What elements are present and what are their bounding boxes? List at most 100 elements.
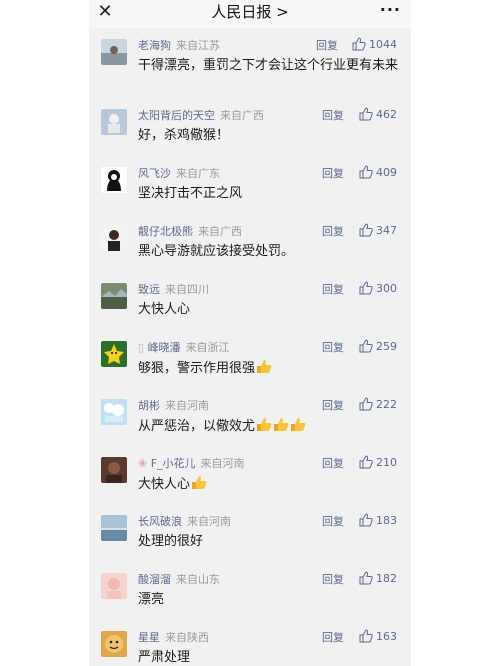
phone-screen: ✕ 人民日报 > ··· 老海狗 来自江苏 回复 1044 干得漂亮，重罚之下才会… (89, 0, 411, 666)
avatar[interactable] (101, 573, 127, 599)
comment-text: 够狠，警示作用很强 (138, 359, 400, 378)
reply-button[interactable]: 回复 (322, 515, 344, 529)
like-button[interactable]: 222 (359, 397, 397, 413)
thumbs-up-icon (352, 37, 366, 51)
thumbs-up-icon (359, 281, 373, 295)
comment-item: 风飞沙 来自广东 回复 409 坚决打击不正之风 (89, 158, 411, 216)
comment-text-content: 够狠，警示作用很强 (138, 361, 256, 376)
username[interactable]: 风飞沙 (138, 167, 171, 180)
page-title[interactable]: 人民日报 > (89, 3, 411, 21)
user-line: 风飞沙 来自广东 (138, 167, 220, 181)
reply-button[interactable]: 回复 (322, 283, 344, 297)
comment-text: 大快人心 (138, 475, 400, 494)
comment-item: 靓仔北极熊 来自广西 回复 347 黑心导游就应该接受处罚。 (89, 216, 411, 274)
username[interactable]: 星星 (138, 631, 160, 644)
username[interactable]: 老海狗 (138, 39, 171, 52)
username[interactable]: 太阳背后的天空 (138, 109, 215, 122)
more-dots-icon[interactable]: ··· (380, 0, 401, 20)
avatar[interactable] (101, 39, 127, 65)
reply-button[interactable]: 回复 (322, 399, 344, 413)
comment-item: 长风破浪 来自河南 回复 183 处理的很好 (89, 506, 411, 564)
like-button[interactable]: 462 (359, 107, 397, 123)
reply-button[interactable]: 回复 (322, 631, 344, 645)
reply-button[interactable]: 回复 (322, 109, 344, 123)
like-count: 259 (376, 340, 397, 353)
username[interactable]: 长风破浪 (138, 515, 182, 528)
reply-button[interactable]: 回复 (322, 167, 344, 181)
user-line: ▯ 峰晓潘 来自浙江 (138, 341, 230, 355)
like-button[interactable]: 347 (359, 223, 397, 239)
username[interactable]: F_小花儿 (151, 457, 196, 470)
location: 来自江苏 (176, 39, 220, 52)
username[interactable]: 峰晓潘 (148, 341, 181, 354)
location: 来自陕西 (165, 631, 209, 644)
like-count: 1044 (369, 38, 397, 51)
thumbs-up-emoji-icon (257, 418, 272, 431)
like-count: 300 (376, 282, 397, 295)
thumbs-up-icon (359, 455, 373, 469)
user-line: ❀ F_小花儿 来自河南 (138, 457, 245, 471)
avatar[interactable] (101, 109, 127, 135)
like-button[interactable]: 1044 (352, 37, 397, 53)
location: 来自河南 (165, 399, 209, 412)
thumbs-up-icon (359, 513, 373, 527)
reply-button[interactable]: 回复 (322, 341, 344, 355)
like-count: 182 (376, 572, 397, 585)
comment-item: 胡彬 来自河南 回复 222 从严惩治，以儆效尤 (89, 390, 411, 448)
location: 来自浙江 (185, 341, 230, 354)
avatar[interactable] (101, 225, 127, 251)
thumbs-up-icon (359, 629, 373, 643)
like-button[interactable]: 210 (359, 455, 397, 471)
like-count: 183 (376, 514, 397, 527)
comment-text: 漂亮 (138, 592, 165, 607)
badge-icon: ▯ (138, 341, 145, 354)
avatar[interactable] (101, 167, 127, 193)
location: 来自广西 (220, 109, 264, 122)
avatar[interactable] (101, 631, 127, 657)
thumbs-up-icon (359, 223, 373, 237)
reply-button[interactable]: 回复 (322, 225, 344, 239)
reply-button[interactable]: 回复 (322, 457, 344, 471)
username[interactable]: 酸溜溜 (138, 573, 171, 586)
thumbs-up-emoji-icon (192, 476, 207, 489)
avatar[interactable] (101, 457, 127, 483)
comment-list: 老海狗 来自江苏 回复 1044 干得漂亮，重罚之下才会让这个行业更有未来 太阳背… (89, 30, 411, 666)
comment-item: 酸溜溜 来自山东 回复 182 漂亮 (89, 564, 411, 622)
avatar[interactable] (101, 515, 127, 541)
like-count: 163 (376, 630, 397, 643)
username[interactable]: 靓仔北极熊 (138, 225, 193, 238)
username[interactable]: 胡彬 (138, 399, 160, 412)
username[interactable]: 致远 (138, 283, 160, 296)
avatar[interactable] (101, 283, 127, 309)
user-line: 太阳背后的天空 来自广西 (138, 109, 264, 123)
comment-item: 致远 来自四川 回复 300 大快人心 (89, 274, 411, 332)
user-line: 星星 来自陕西 (138, 631, 209, 645)
location: 来自四川 (165, 283, 209, 296)
like-button[interactable]: 182 (359, 571, 397, 587)
avatar[interactable] (101, 399, 127, 425)
user-line: 酸溜溜 来自山东 (138, 573, 220, 587)
like-button[interactable]: 183 (359, 513, 397, 529)
thumbs-up-icon (359, 165, 373, 179)
like-button[interactable]: 163 (359, 629, 397, 645)
avatar[interactable] (101, 341, 127, 367)
location: 来自广东 (176, 167, 220, 180)
like-button[interactable]: 300 (359, 281, 397, 297)
comment-text: 从严惩治，以儆效尤 (138, 417, 400, 436)
like-count: 347 (376, 224, 397, 237)
reply-button[interactable]: 回复 (316, 39, 338, 53)
comment-item: ❀ F_小花儿 来自河南 回复 210 大快人心 (89, 448, 411, 506)
top-bar: ✕ 人民日报 > ··· (89, 0, 411, 28)
like-button[interactable]: 409 (359, 165, 397, 181)
comment-text: 大快人心 (138, 302, 191, 317)
like-button[interactable]: 259 (359, 339, 397, 355)
location: 来自广西 (198, 225, 242, 238)
thumbs-up-icon (359, 339, 373, 353)
like-count: 462 (376, 108, 397, 121)
like-count: 222 (376, 398, 397, 411)
comment-item: 太阳背后的天空 来自广西 回复 462 好，杀鸡儆猴！ (89, 100, 411, 158)
comment-text: 干得漂亮，重罚之下才会让这个行业更有未来 (138, 58, 399, 73)
location: 来自河南 (187, 515, 231, 528)
reply-button[interactable]: 回复 (322, 573, 344, 587)
thumbs-up-icon (359, 397, 373, 411)
